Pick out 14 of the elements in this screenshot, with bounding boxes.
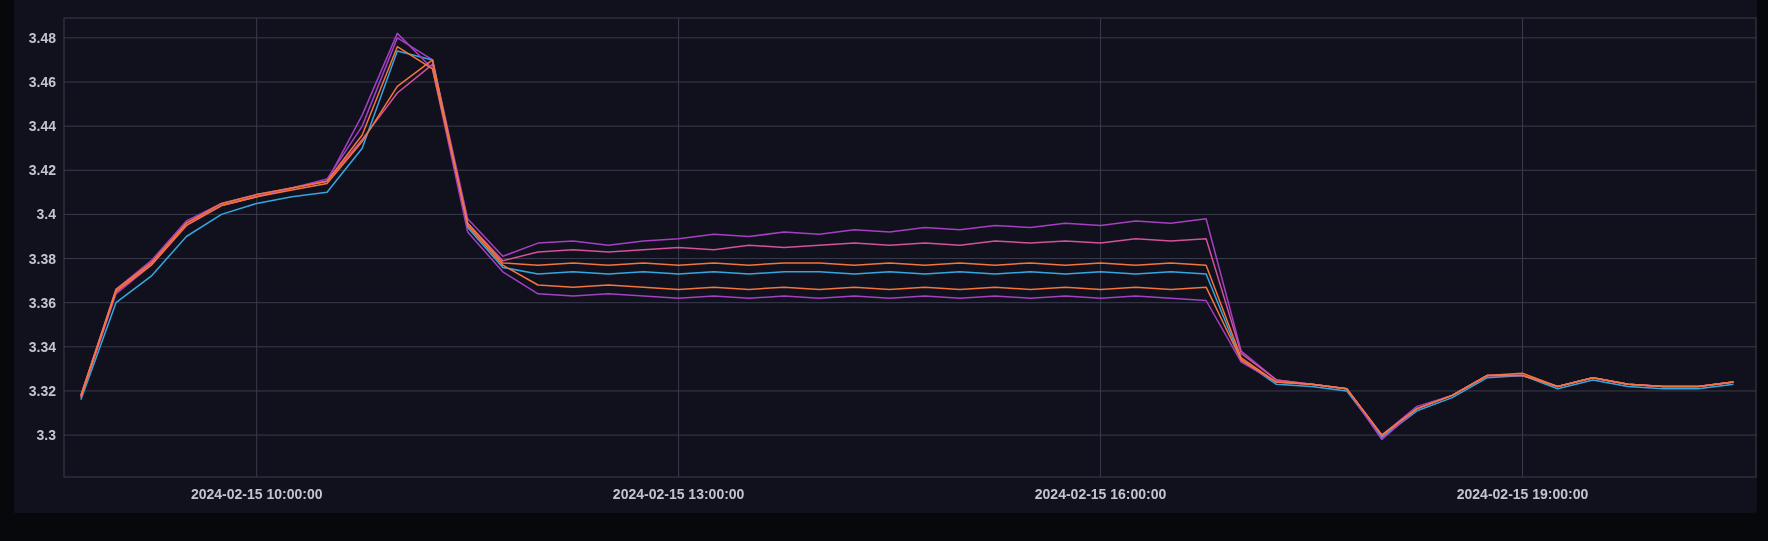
x-tick-label: 2024-02-15 19:00:00 [1456, 486, 1589, 502]
y-tick-label: 3.32 [28, 382, 56, 399]
y-tick-label: 3.42 [28, 162, 56, 179]
y-tick-label: 3.3 [36, 427, 56, 444]
x-tick-label: 2024-02-15 16:00:00 [1034, 486, 1167, 502]
x-tick-label: 2024-02-15 10:00:00 [190, 486, 323, 502]
y-tick-label: 3.48 [28, 29, 56, 46]
x-tick-label: 2024-02-15 13:00:00 [612, 486, 745, 502]
y-tick-label: 3.46 [28, 74, 56, 90]
y-tick-label: 3.38 [28, 250, 56, 267]
y-tick-label: 3.44 [28, 118, 56, 135]
y-tick-label: 3.36 [28, 294, 56, 311]
y-tick-label: 3.34 [28, 338, 56, 355]
y-tick-label: 3.4 [36, 206, 56, 223]
